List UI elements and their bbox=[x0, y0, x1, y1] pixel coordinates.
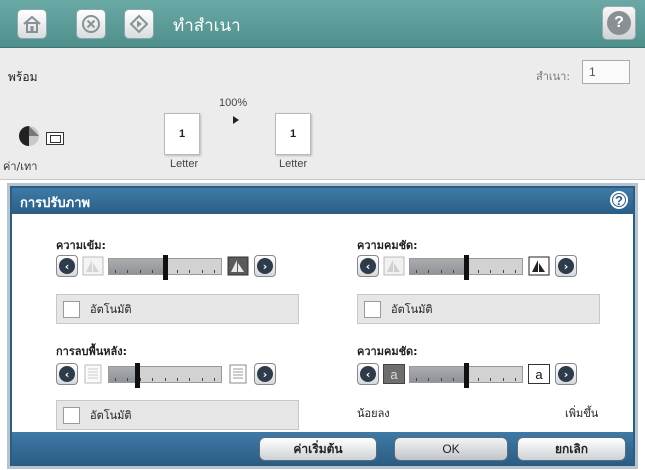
layout-icon bbox=[46, 132, 64, 145]
dialog-footer: ค่าเริ่มต้น OK ยกเลิก bbox=[12, 432, 633, 464]
copy-screen: ทำสำเนา ? พร้อม สำเนา: 1 100% 1 Letter 1… bbox=[0, 0, 645, 470]
background-thumb[interactable] bbox=[135, 363, 140, 388]
background-removal-label: การลบพื้นหลัง: bbox=[56, 345, 128, 358]
contrast-label: ความคมชัด: bbox=[357, 345, 418, 358]
soft-image-icon bbox=[383, 256, 405, 276]
sharpness-decrease-button[interactable]: ‹ bbox=[357, 255, 379, 277]
darkness-slider[interactable] bbox=[108, 255, 222, 280]
darkness-auto[interactable]: อัตโนมัติ bbox=[56, 294, 299, 324]
chevron-right-icon: › bbox=[558, 366, 574, 382]
status-panel: พร้อม สำเนา: 1 100% 1 Letter 1 Letter ค่… bbox=[0, 48, 645, 180]
sharpness-slider[interactable] bbox=[409, 255, 523, 280]
status-text: พร้อม bbox=[8, 70, 38, 84]
background-auto[interactable]: อัตโนมัติ bbox=[56, 400, 299, 430]
sharpness-auto[interactable]: อัตโนมัติ bbox=[357, 294, 600, 324]
darkness-thumb[interactable] bbox=[163, 255, 168, 280]
background-increase-button[interactable]: › bbox=[254, 363, 276, 385]
contrast-slider[interactable] bbox=[409, 363, 523, 388]
help-button[interactable]: ? bbox=[602, 6, 636, 40]
darkness-slider-row: ‹ › bbox=[56, 255, 306, 281]
page-title: ทำสำเนา bbox=[173, 16, 241, 36]
arrow-right-icon bbox=[233, 116, 239, 124]
title-bar: ทำสำเนา ? bbox=[0, 0, 645, 48]
light-image-icon bbox=[82, 256, 104, 276]
lines-dark-icon bbox=[229, 364, 247, 384]
sharpness-auto-checkbox[interactable] bbox=[364, 300, 381, 318]
darkness-increase-button[interactable]: › bbox=[254, 255, 276, 277]
sharpness-label: ความคมชัด: bbox=[357, 239, 418, 252]
background-slider-row: ‹ › bbox=[56, 363, 306, 389]
darkness-label: ความเข้ม: bbox=[56, 239, 106, 252]
dark-image-icon bbox=[227, 256, 249, 276]
defaults-button[interactable]: ค่าเริ่มต้น bbox=[259, 437, 377, 461]
contrast-icon bbox=[19, 126, 39, 146]
contrast-decrease-button[interactable]: ‹ bbox=[357, 363, 379, 385]
output-size: Letter bbox=[279, 158, 308, 170]
stop-icon bbox=[82, 15, 100, 33]
chevron-right-icon: › bbox=[558, 258, 574, 274]
contrast-increase-button[interactable]: › bbox=[555, 363, 577, 385]
background-auto-label: อัตโนมัติ bbox=[90, 409, 132, 422]
contrast-thumb[interactable] bbox=[464, 363, 469, 388]
darkness-auto-label: อัตโนมัติ bbox=[90, 303, 132, 316]
output-page-icon: 1 bbox=[275, 113, 311, 155]
dialog-title: การปรับภาพ bbox=[20, 196, 91, 211]
chevron-left-icon: ‹ bbox=[59, 258, 75, 274]
start-icon bbox=[129, 14, 149, 34]
sharpness-slider-row: ‹ › bbox=[357, 255, 607, 281]
contrast-min-label: น้อยลง bbox=[357, 407, 390, 420]
help-icon: ? bbox=[607, 11, 631, 35]
original-size: Letter bbox=[170, 158, 199, 170]
original-pages: 1 bbox=[178, 128, 186, 140]
chevron-right-icon: › bbox=[257, 366, 273, 382]
darkness-auto-checkbox[interactable] bbox=[63, 300, 80, 318]
chevron-left-icon: ‹ bbox=[360, 258, 376, 274]
dialog-help-icon[interactable]: ? bbox=[610, 191, 628, 209]
original-page-icon: 1 bbox=[164, 113, 200, 155]
background-auto-checkbox[interactable] bbox=[63, 406, 80, 424]
sharpness-auto-label: อัตโนมัติ bbox=[391, 303, 433, 316]
dialog-header: การปรับภาพ ? bbox=[12, 188, 633, 214]
image-adjustment-dialog: การปรับภาพ ? ความเข้ม: ‹ › อัตโนมัติ ควา… bbox=[10, 186, 635, 466]
background-decrease-button[interactable]: ‹ bbox=[56, 363, 78, 385]
sharpness-increase-button[interactable]: › bbox=[555, 255, 577, 277]
home-button[interactable] bbox=[17, 9, 47, 39]
contrast-max-label: เพิ่มขึ้น bbox=[565, 407, 599, 420]
copies-label: สำเนา: bbox=[536, 70, 571, 83]
home-icon bbox=[23, 15, 41, 33]
start-button[interactable] bbox=[124, 9, 154, 39]
darkness-summary-label: ค่า/เทา bbox=[3, 160, 38, 173]
low-contrast-icon: a bbox=[383, 364, 405, 384]
sharp-image-icon bbox=[528, 256, 550, 276]
chevron-right-icon: › bbox=[257, 258, 273, 274]
zoom-level: 100% bbox=[219, 97, 248, 109]
ok-button[interactable]: OK bbox=[394, 437, 508, 461]
darkness-decrease-button[interactable]: ‹ bbox=[56, 255, 78, 277]
stop-button[interactable] bbox=[76, 9, 106, 39]
background-slider[interactable] bbox=[108, 363, 222, 388]
sharpness-thumb[interactable] bbox=[464, 255, 469, 280]
lines-light-icon bbox=[84, 364, 102, 384]
output-pages: 1 bbox=[289, 128, 297, 140]
chevron-left-icon: ‹ bbox=[360, 366, 376, 382]
chevron-left-icon: ‹ bbox=[59, 366, 75, 382]
contrast-slider-row: ‹ a a › bbox=[357, 363, 607, 389]
copies-field[interactable]: 1 bbox=[582, 60, 630, 84]
cancel-button[interactable]: ยกเลิก bbox=[517, 437, 626, 461]
high-contrast-icon: a bbox=[528, 364, 550, 384]
